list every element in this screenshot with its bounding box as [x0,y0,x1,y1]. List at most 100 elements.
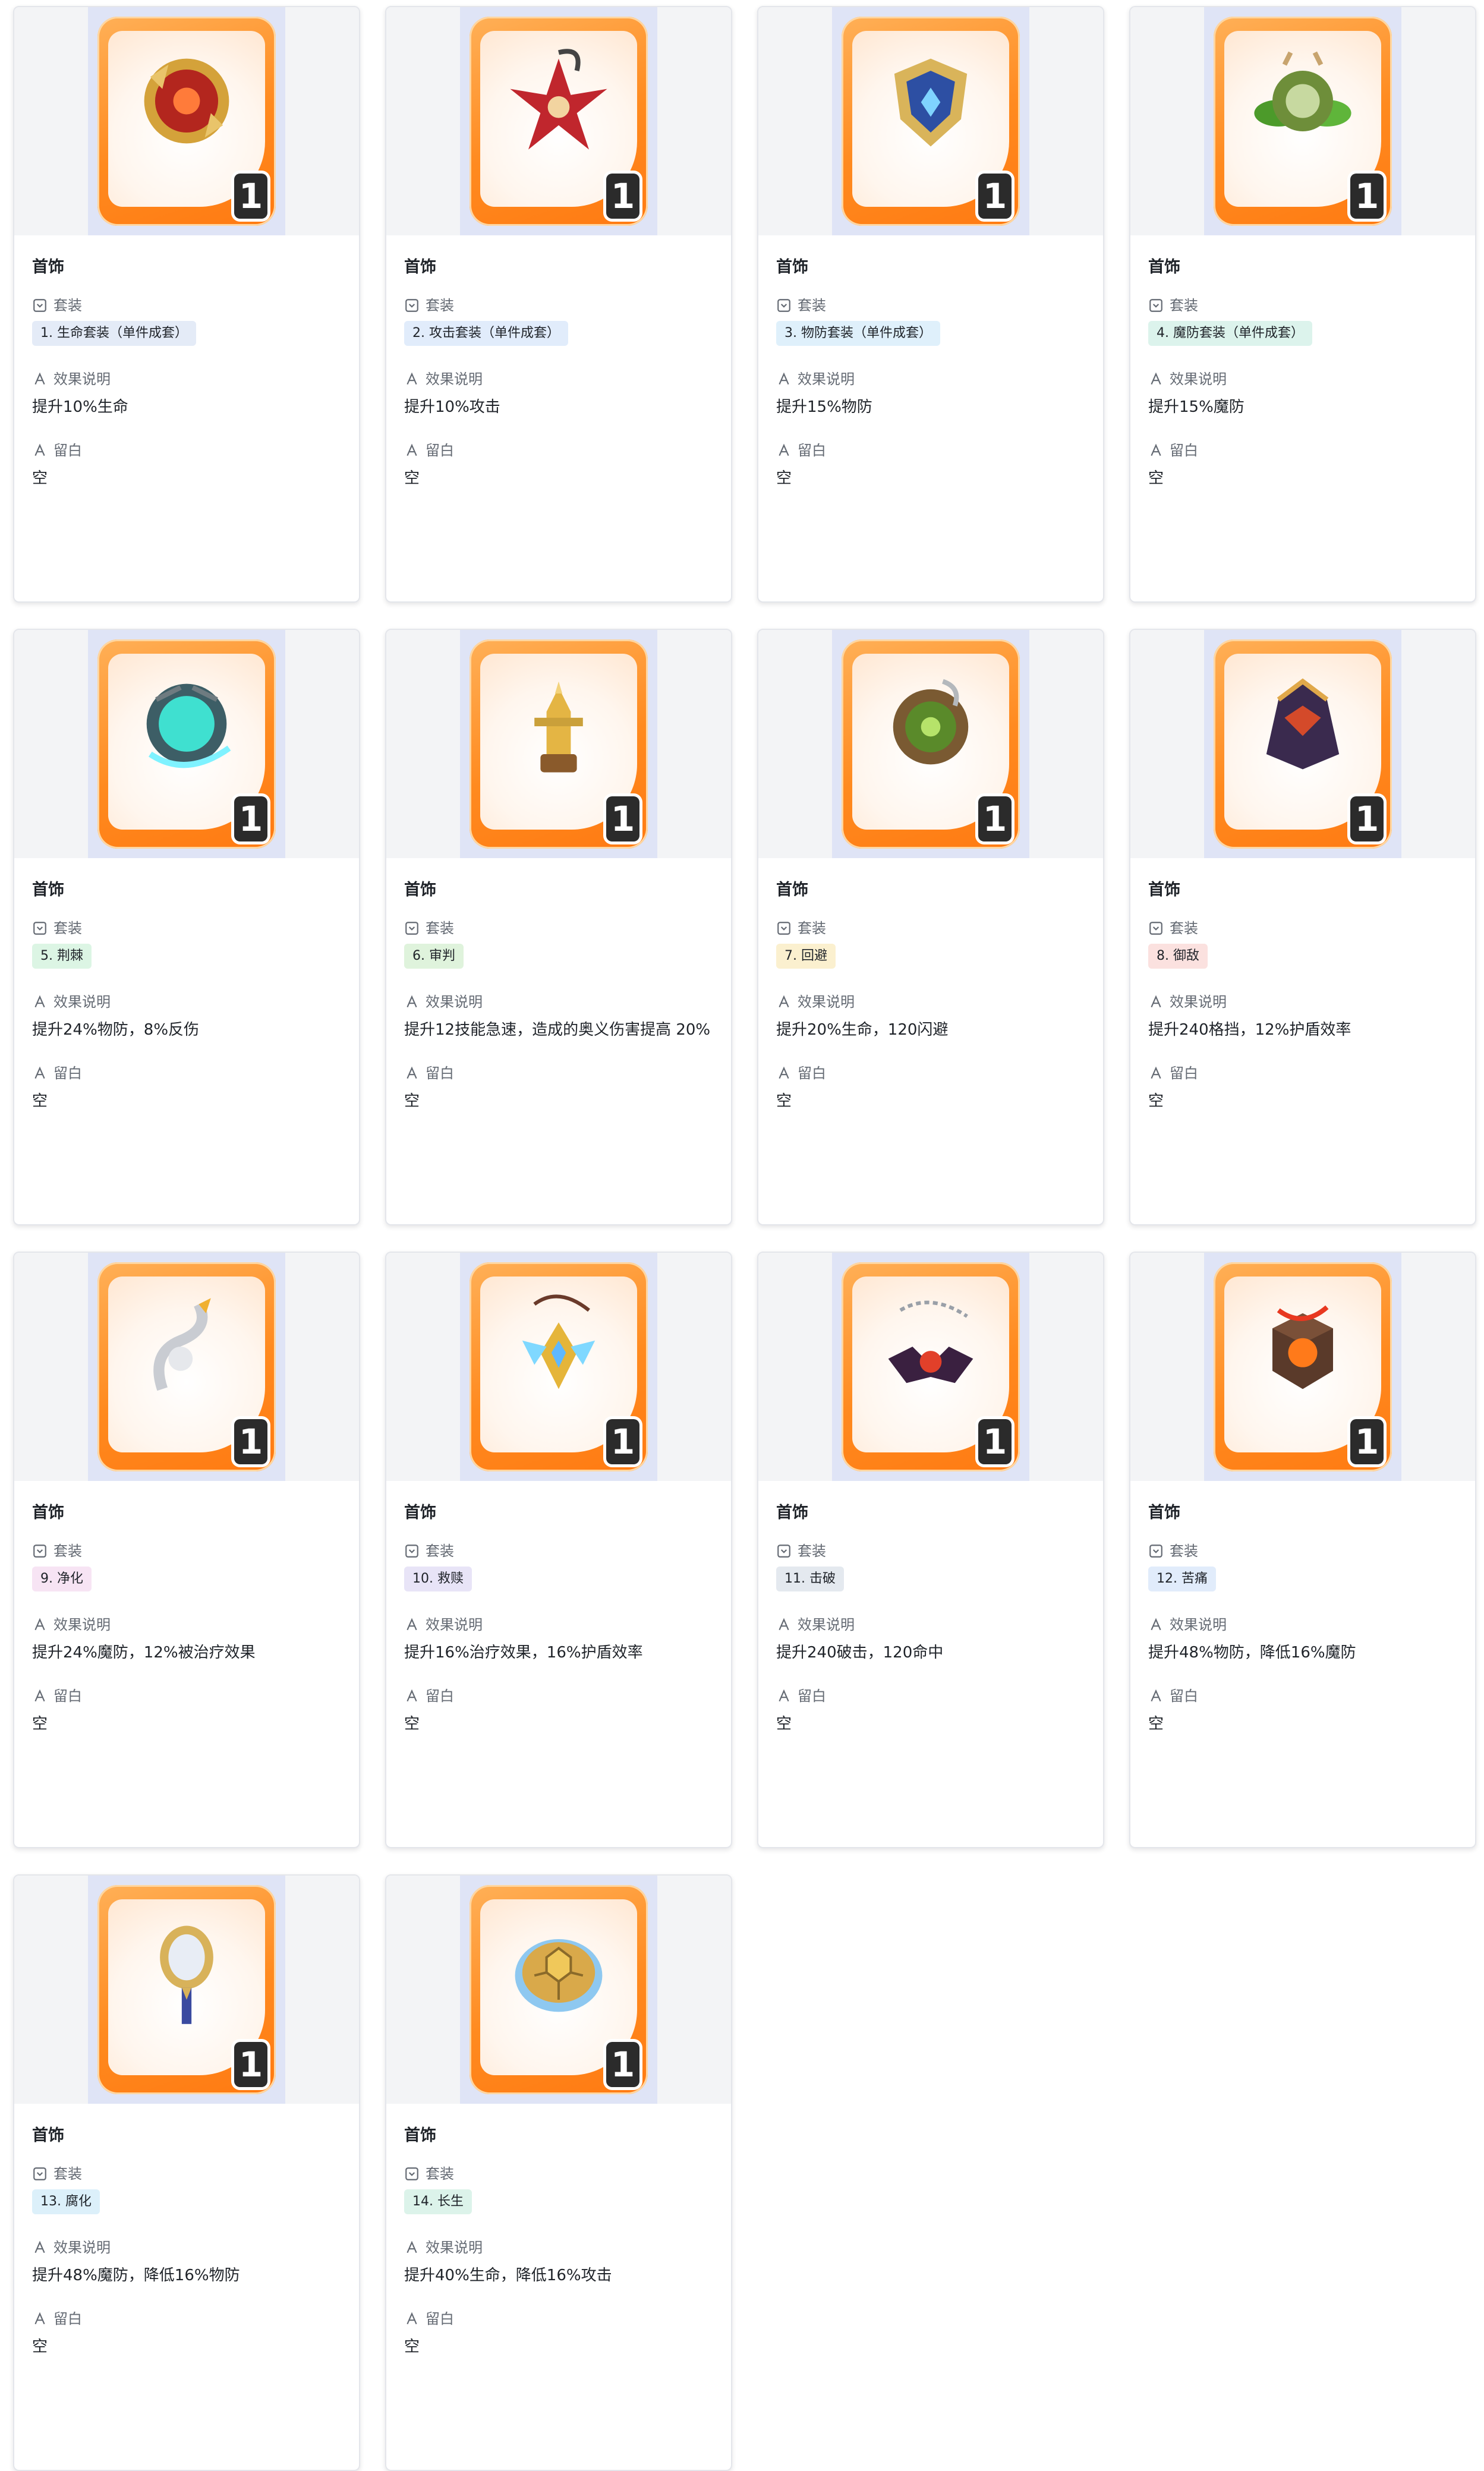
text-field-icon [34,372,45,385]
effect-label: 效果说明 [1170,371,1227,387]
effect-label: 效果说明 [1170,994,1227,1010]
text-field-icon [34,995,45,1008]
item-artwork: 1 [1214,17,1392,226]
text-field-icon [1151,1618,1161,1631]
set-label: 套装 [798,920,826,937]
effect-label: 效果说明 [1170,1616,1227,1633]
set-label: 套装 [1170,297,1198,314]
select-field-icon [777,922,790,935]
gallery-card[interactable]: 1 首饰 套装 10. 救赎 效果说明 提升16%治疗效果，16%护盾效率 留白… [385,1252,732,1848]
set-tag: 12. 苦痛 [1148,1567,1216,1591]
gallery-card[interactable]: 1 首饰 套装 2. 攻击套装（单件成套） 效果说明 提升10%攻击 留白 空 [385,6,732,603]
select-field-icon [405,1545,418,1558]
card-title: 首饰 [32,881,64,899]
gallery-card[interactable]: 1 首饰 套装 7. 回避 效果说明 提升20%生命，120闪避 留白 空 [757,629,1104,1225]
card-title: 首饰 [404,1504,436,1522]
golden-knight-statue-icon [534,681,583,773]
text-field-icon [34,2312,45,2325]
card-cover: 1 [14,1876,359,2104]
set-label: 套装 [426,1543,454,1559]
effect-label: 效果说明 [426,994,483,1010]
set-tag: 10. 救赎 [404,1567,472,1591]
card-title: 首饰 [776,1504,808,1522]
dark-helmet-icon [1266,678,1340,770]
text-field-icon [1151,1066,1161,1079]
gallery-card[interactable]: 1 首饰 套装 13. 腐化 效果说明 提升48%魔防，降低16%物防 留白 空 [13,1874,360,2471]
item-artwork: 1 [470,1262,648,1471]
text-field-icon [34,1066,45,1079]
effect-value: 提升16%治疗效果，16%护盾效率 [404,1644,643,1662]
effect-label: 效果说明 [53,994,111,1010]
silver-dragon-icon [153,1298,211,1391]
effect-value: 提升48%魔防，降低16%物防 [32,2267,240,2284]
remark-label: 留白 [1170,442,1198,459]
select-field-icon [1149,1545,1162,1558]
set-tag: 11. 击破 [776,1567,844,1591]
gallery-card[interactable]: 1 首饰 套装 12. 苦痛 效果说明 提升48%物防，降低16%魔防 留白 空 [1129,1252,1476,1848]
text-field-icon [779,995,789,1008]
set-tag: 7. 回避 [776,944,836,969]
text-field-icon [407,1066,417,1079]
item-artwork: 1 [97,17,276,226]
item-artwork: 1 [97,639,276,849]
set-label: 套装 [426,297,454,314]
card-cover: 1 [386,1876,731,2104]
gallery-card[interactable]: 1 首饰 套装 4. 魔防套装（单件成套） 效果说明 提升15%魔防 留白 空 [1129,6,1476,603]
remark-value: 空 [404,1092,420,1110]
item-artwork: 1 [842,1262,1020,1471]
gallery-card[interactable]: 1 首饰 套装 3. 物防套装（单件成套） 效果说明 提升15%物防 留白 空 [757,6,1104,603]
gallery-card[interactable]: 1 首饰 套装 5. 荆棘 效果说明 提升24%物防，8%反伤 留白 空 [13,629,360,1225]
gallery-card[interactable]: 1 首饰 套装 8. 御敌 效果说明 提升240格挡，12%护盾效率 留白 空 [1129,629,1476,1225]
select-field-icon [33,2167,46,2180]
count-badge: 1 [978,174,1012,219]
set-tag: 9. 净化 [32,1567,92,1591]
card-cover: 1 [1130,1253,1475,1481]
remark-value: 空 [32,1715,48,1733]
count-badge: 1 [234,796,267,841]
count-badge: 1 [1350,1419,1384,1464]
text-field-icon [779,372,789,385]
remark-label: 留白 [426,1065,454,1082]
card-cover: 1 [1130,7,1475,235]
text-field-icon [1151,1689,1161,1702]
set-label: 套装 [53,920,82,937]
lava-cube-icon [1272,1305,1333,1389]
remark-label: 留白 [53,1065,82,1082]
bat-chain-necklace-icon [888,1300,973,1383]
select-field-icon [405,299,418,312]
set-tag: 1. 生命套装（单件成套） [32,321,196,346]
gallery-card[interactable]: 1 首饰 套装 14. 长生 效果说明 提升40%生命，降低16%攻击 留白 空 [385,1874,732,2471]
gallery-card[interactable]: 1 首饰 套装 9. 净化 效果说明 提升24%魔防，12%被治疗效果 留白 空 [13,1252,360,1848]
select-field-icon [405,2167,418,2180]
card-title: 首饰 [32,2126,64,2145]
remark-label: 留白 [53,442,82,459]
gallery-card[interactable]: 1 首饰 套装 6. 审判 效果说明 提升12技能急速，造成的奥义伤害提高 20… [385,629,732,1225]
set-label: 套装 [53,1543,82,1559]
set-label: 套装 [1170,1543,1198,1559]
card-cover: 1 [386,1253,731,1481]
card-title: 首饰 [1148,258,1180,276]
card-title: 首饰 [404,881,436,899]
card-cover: 1 [386,7,731,235]
set-tag: 8. 御敌 [1148,944,1208,969]
remark-value: 空 [32,469,48,487]
set-label: 套装 [798,1543,826,1559]
effect-value: 提升10%攻击 [404,398,500,416]
gallery-card[interactable]: 1 首饰 套装 11. 击破 效果说明 提升240破击，120命中 留白 空 [757,1252,1104,1848]
text-field-icon [407,1618,417,1631]
select-field-icon [405,922,418,935]
remark-value: 空 [1148,469,1164,487]
effect-label: 效果说明 [798,994,855,1010]
winged-pendant-icon [522,1294,596,1389]
gallery-card[interactable]: 1 首饰 套装 1. 生命套装（单件成套） 效果说明 提升10%生命 留白 空 [13,6,360,603]
text-field-icon [779,1689,789,1702]
effect-label: 效果说明 [53,371,111,387]
count-badge: 1 [234,2042,267,2087]
card-cover: 1 [758,1253,1103,1481]
item-artwork: 1 [842,639,1020,849]
count-badge: 1 [234,174,267,219]
effect-label: 效果说明 [53,1616,111,1633]
effect-value: 提升240破击，120命中 [776,1644,944,1662]
text-field-icon [1151,443,1161,456]
remark-label: 留白 [426,2311,454,2327]
